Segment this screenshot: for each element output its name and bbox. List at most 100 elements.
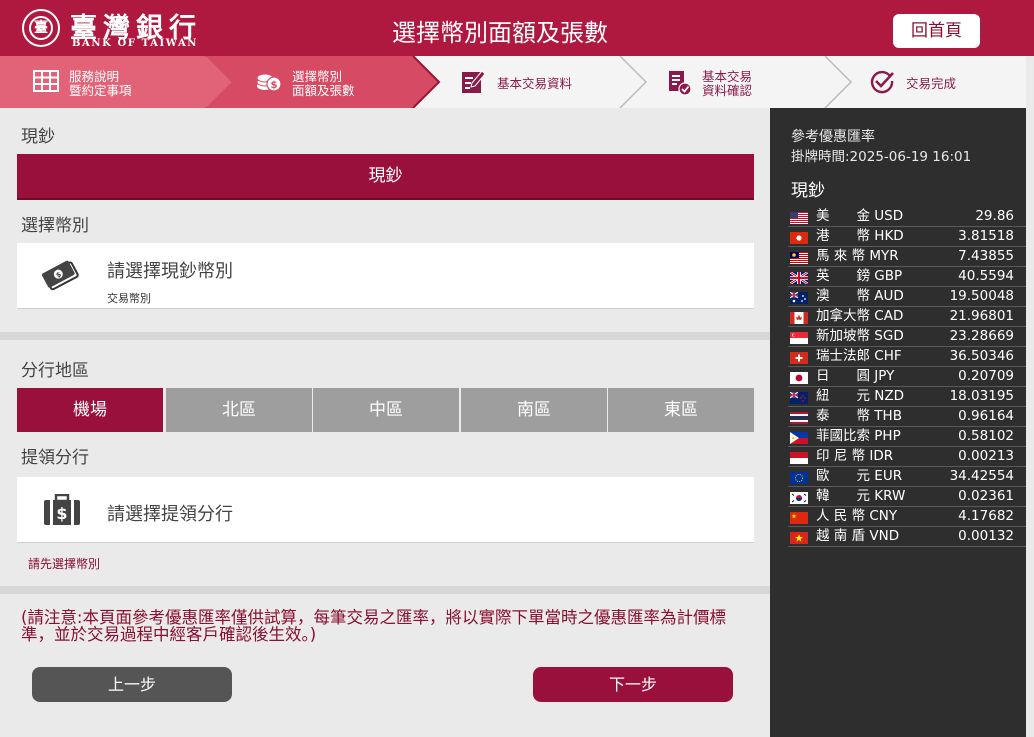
currency-name: 泰 幣 THB bbox=[816, 408, 902, 424]
rate-row: 人 民 幣 CNY 4.17682 bbox=[788, 507, 1026, 527]
next-button[interactable]: 下一步 bbox=[533, 667, 733, 702]
flag-sg-icon bbox=[790, 331, 808, 344]
rate-row: 澳 幣 AUD 19.50048 bbox=[788, 287, 1026, 307]
step-complete: 交易完成 bbox=[825, 56, 1025, 108]
section-divider bbox=[0, 586, 770, 594]
region-tab-north[interactable]: 北區 bbox=[166, 388, 312, 432]
rate-row: 紐 元 NZD 18.03195 bbox=[788, 387, 1026, 407]
briefcase-icon: $ bbox=[43, 493, 81, 530]
flag-id-icon bbox=[790, 451, 808, 464]
rate-row: 新加坡幣 SGD 23.28669 bbox=[788, 327, 1026, 347]
cash-type-button[interactable]: 現鈔 bbox=[17, 154, 754, 198]
region-tabs: 機場 北區 中區 南區 東區 bbox=[17, 388, 754, 432]
currency-rate: 0.00213 bbox=[958, 448, 1014, 464]
currency-rate: 4.17682 bbox=[958, 508, 1014, 524]
currency-name: 越 南 盾 VND bbox=[816, 528, 900, 544]
flag-jp-icon bbox=[790, 371, 808, 384]
region-tab-airport[interactable]: 機場 bbox=[17, 388, 163, 432]
money-icon: $ bbox=[41, 257, 81, 297]
branch-hint: 請先選擇幣別 bbox=[28, 557, 101, 571]
currency-rate: 21.96801 bbox=[949, 308, 1014, 324]
coins-icon: $ bbox=[256, 69, 282, 99]
flag-cn-icon bbox=[790, 511, 808, 524]
currency-rate: 0.58102 bbox=[958, 428, 1014, 444]
currency-rate: 36.50346 bbox=[949, 348, 1014, 364]
step-confirm-info: 基本交易 資料確認 bbox=[620, 56, 860, 108]
branch-placeholder: 請選擇提領分行 bbox=[107, 504, 233, 525]
currency-rate: 19.50048 bbox=[949, 288, 1014, 304]
rate-notice: (請注意:本頁面參考優惠匯率僅供試算，每筆交易之匯率，將以實際下單當時之優惠匯率… bbox=[21, 608, 726, 644]
flag-us-icon bbox=[790, 211, 808, 224]
flag-ph-icon bbox=[790, 431, 808, 444]
step-label: 服務說明 bbox=[69, 69, 120, 84]
currency-rate: 23.28669 bbox=[949, 328, 1014, 344]
currency-name: 馬 來 幣 MYR bbox=[816, 248, 899, 264]
currency-section-label: 選擇幣別 bbox=[21, 216, 89, 236]
currency-rate: 18.03195 bbox=[949, 388, 1014, 404]
svg-text:$: $ bbox=[56, 504, 67, 523]
grid-icon bbox=[33, 69, 59, 97]
flag-vn-icon bbox=[790, 531, 808, 544]
currency-placeholder: 請選擇現鈔幣別 bbox=[107, 261, 233, 282]
step-label: 基本交易資料 bbox=[497, 76, 573, 91]
currency-name: 紐 元 NZD bbox=[816, 388, 905, 404]
currency-rate: 34.42554 bbox=[949, 468, 1014, 484]
flag-gb-icon bbox=[789, 271, 809, 285]
step-label: 面額及張數 bbox=[292, 83, 355, 98]
rate-row: 加拿大幣 CAD 21.96801 bbox=[788, 307, 1026, 327]
currency-name: 菲國比索 PHP bbox=[816, 428, 901, 444]
currency-name: 新加坡幣 SGD bbox=[816, 328, 904, 344]
rate-row: 泰 幣 THB 0.96164 bbox=[788, 407, 1026, 427]
rate-row: 瑞士法郎 CHF 36.50346 bbox=[788, 347, 1026, 367]
step-label: 交易完成 bbox=[906, 76, 957, 91]
flag-eu-icon bbox=[790, 471, 808, 484]
rate-row: 越 南 盾 VND 0.00132 bbox=[788, 527, 1026, 547]
currency-sub-label: 交易幣別 bbox=[107, 292, 151, 305]
currency-name: 澳 幣 AUD bbox=[816, 288, 904, 304]
rate-list: 美 金 USD 29.86 港 幣 HKD 3.81518 馬 來 幣 MYR 7.438… bbox=[788, 207, 1026, 547]
rate-panel-title: 參考優惠匯率 bbox=[791, 129, 875, 145]
currency-name: 印 尼 幣 IDR bbox=[816, 448, 894, 464]
step-label: 暨約定事項 bbox=[69, 83, 132, 98]
currency-name: 美 金 USD bbox=[816, 208, 904, 224]
header: 臺 臺灣銀行 BANK OF TAIWAN 選擇幣別面額及張數 回首頁 bbox=[0, 0, 1034, 56]
currency-rate: 29.86 bbox=[975, 208, 1014, 224]
flag-ca-icon bbox=[790, 311, 808, 324]
main-content: 現鈔 現鈔 選擇幣別 $ 請選擇現鈔幣別 交易幣別 分行地區 機場 北區 中區 … bbox=[0, 108, 770, 737]
logo-name-en: BANK OF TAIWAN bbox=[72, 38, 199, 49]
flag-ch-icon bbox=[790, 351, 808, 364]
currency-name: 日 圓 JPY bbox=[816, 368, 895, 384]
rate-row: 英 鎊 GBP 40.5594 bbox=[788, 267, 1026, 287]
region-tab-south[interactable]: 南區 bbox=[461, 388, 607, 432]
section-divider bbox=[0, 332, 770, 340]
rate-row: 菲國比索 PHP 0.58102 bbox=[788, 427, 1026, 447]
currency-select[interactable]: $ 請選擇現鈔幣別 交易幣別 bbox=[17, 243, 754, 309]
prev-button[interactable]: 上一步 bbox=[32, 667, 232, 702]
currency-name: 英 鎊 GBP bbox=[816, 268, 903, 284]
currency-name: 港 幣 HKD bbox=[816, 228, 904, 244]
document-check-icon bbox=[665, 69, 693, 101]
step-label: 基本交易 bbox=[702, 69, 753, 84]
branch-section-label: 提領分行 bbox=[21, 448, 89, 468]
rate-category: 現鈔 bbox=[791, 181, 825, 201]
currency-rate: 0.02361 bbox=[958, 488, 1014, 504]
currency-name: 瑞士法郎 CHF bbox=[816, 348, 902, 364]
cash-section-label: 現鈔 bbox=[21, 127, 55, 147]
check-circle-icon bbox=[869, 69, 895, 99]
currency-name: 韓 元 KRW bbox=[816, 488, 906, 504]
step-service-info: 服務說明 暨約定事項 bbox=[0, 56, 240, 108]
flag-my-icon bbox=[790, 251, 808, 264]
home-button[interactable]: 回首頁 bbox=[893, 14, 980, 48]
currency-rate: 0.00132 bbox=[958, 528, 1014, 544]
currency-rate: 7.43855 bbox=[958, 248, 1014, 264]
region-tab-east[interactable]: 東區 bbox=[608, 388, 754, 432]
rate-row: 歐 元 EUR 34.42554 bbox=[788, 467, 1026, 487]
currency-name: 人 民 幣 CNY bbox=[816, 508, 898, 524]
rate-timestamp: 掛牌時間:2025-06-19 16:01 bbox=[791, 149, 972, 165]
branch-select[interactable]: $ 請選擇提領分行 bbox=[17, 477, 754, 543]
region-tab-central[interactable]: 中區 bbox=[313, 388, 459, 432]
svg-text:$: $ bbox=[271, 80, 278, 91]
flag-kr-icon bbox=[790, 491, 808, 504]
bank-logo[interactable]: 臺 臺灣銀行 BANK OF TAIWAN bbox=[22, 8, 212, 50]
progress-steps: 服務說明 暨約定事項 $ 選擇幣別 面額及張數 基本交易資料 基本交易 資料確認… bbox=[0, 56, 1026, 108]
